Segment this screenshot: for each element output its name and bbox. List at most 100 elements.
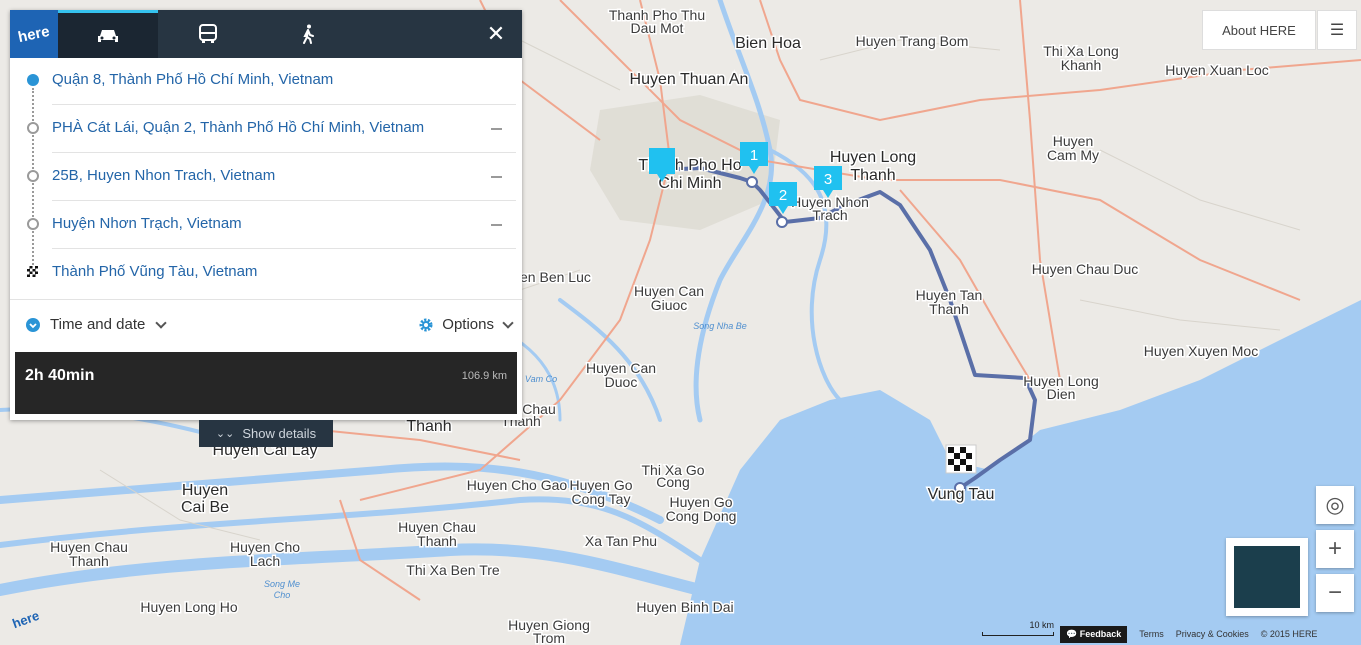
double-chevron-down-icon: ⌄⌄: [215, 428, 235, 440]
finish-flag-icon: [27, 266, 38, 277]
close-button[interactable]: ✕: [484, 22, 508, 46]
destination-flag-icon[interactable]: [945, 444, 977, 474]
remove-stop-button[interactable]: [491, 128, 502, 130]
svg-text:Thanh: Thanh: [929, 301, 969, 317]
car-icon: [98, 29, 118, 42]
svg-text:Vam Co: Vam Co: [525, 374, 557, 384]
svg-text:Song Nha Be: Song Nha Be: [693, 321, 747, 331]
svg-text:Thanh: Thanh: [69, 553, 109, 569]
here-logo[interactable]: here: [10, 10, 58, 58]
chevron-down-icon: [502, 316, 514, 329]
svg-text:Dau Mot: Dau Mot: [631, 20, 684, 36]
map-footer: 💬 Feedback Terms Privacy & Cookies © 201…: [1060, 625, 1317, 643]
svg-text:Song Me: Song Me: [264, 579, 300, 589]
map-view-switcher[interactable]: [1226, 538, 1308, 616]
scale-label: 10 km: [1029, 620, 1054, 630]
svg-text:Chi Minh: Chi Minh: [658, 175, 721, 192]
remove-stop-button[interactable]: [491, 176, 502, 178]
svg-text:Thanh: Thanh: [406, 418, 451, 435]
route-duration: 2h 40min: [25, 367, 95, 384]
stop-label[interactable]: PHÀ Cát Lái, Quận 2, Thành Phố Hồ Chí Mi…: [52, 119, 424, 136]
svg-text:Cong Tay: Cong Tay: [572, 491, 631, 507]
remove-stop-button[interactable]: [491, 224, 502, 226]
svg-text:Huyen: Huyen: [182, 482, 228, 499]
satellite-thumbnail: [1234, 546, 1300, 608]
options-row: Time and date Options: [10, 299, 522, 350]
svg-text:Cai Be: Cai Be: [181, 499, 229, 516]
svg-text:Thi Xa Ben Tre: Thi Xa Ben Tre: [406, 562, 500, 578]
waypoint-marker-icon: [27, 170, 39, 182]
waypoint-marker-icon: [27, 218, 39, 230]
tab-public-transport[interactable]: [158, 10, 258, 58]
stop-waypoint[interactable]: 25B, Huyen Nhon Trach, Vietnam: [52, 153, 516, 201]
start-marker-icon: [27, 74, 39, 86]
svg-text:3: 3: [824, 171, 832, 188]
svg-text:Xa Tan Phu: Xa Tan Phu: [585, 533, 657, 549]
svg-text:Cam My: Cam My: [1047, 147, 1099, 163]
svg-text:Duoc: Duoc: [605, 374, 638, 390]
options-label: Options: [442, 316, 494, 333]
pedestrian-icon: [303, 24, 314, 44]
stop-label[interactable]: Quận 8, Thành Phố Hồ Chí Minh, Vietnam: [52, 71, 333, 88]
tab-walk[interactable]: [258, 10, 358, 58]
stop-start[interactable]: Quận 8, Thành Phố Hồ Chí Minh, Vietnam: [52, 57, 516, 105]
time-and-date-button[interactable]: Time and date: [26, 316, 168, 333]
locate-me-button[interactable]: ◎: [1316, 486, 1354, 524]
waypoint-circle: [776, 216, 788, 228]
time-and-date-label: Time and date: [50, 316, 146, 333]
svg-text:Huyen Xuan Loc: Huyen Xuan Loc: [1165, 62, 1269, 78]
svg-text:Huyen Binh Dai: Huyen Binh Dai: [636, 599, 733, 615]
stop-destination[interactable]: Thành Phố Vũng Tàu, Vietnam: [52, 249, 516, 297]
svg-text:Cho: Cho: [274, 590, 291, 600]
chevron-down-icon: [155, 316, 168, 329]
about-here-button[interactable]: About HERE: [1202, 10, 1316, 50]
tab-car[interactable]: [58, 10, 158, 58]
svg-text:Huyen Thuan An: Huyen Thuan An: [630, 71, 749, 88]
svg-text:Lach: Lach: [250, 553, 280, 569]
stop-label[interactable]: Thành Phố Vũng Tàu, Vietnam: [52, 263, 257, 280]
plus-icon: +: [1327, 535, 1342, 562]
svg-text:Trach: Trach: [812, 207, 847, 223]
svg-text:Huyen Chau Duc: Huyen Chau Duc: [1032, 261, 1139, 277]
options-button[interactable]: Options: [418, 316, 514, 333]
transport-mode-bar: here ✕: [10, 10, 522, 58]
show-details-button[interactable]: ⌄⌄ Show details: [199, 420, 333, 447]
svg-text:Giuoc: Giuoc: [651, 297, 688, 313]
menu-icon[interactable]: ☰: [1317, 10, 1357, 50]
zoom-out-button[interactable]: −: [1316, 574, 1354, 612]
bus-icon: [199, 24, 217, 43]
stop-waypoint[interactable]: PHÀ Cát Lái, Quận 2, Thành Phố Hồ Chí Mi…: [52, 105, 516, 153]
stop-label[interactable]: Huyện Nhơn Trạch, Vietnam: [52, 215, 242, 232]
stop-label[interactable]: 25B, Huyen Nhon Trach, Vietnam: [52, 167, 275, 184]
scale-bar: 10 km: [982, 620, 1054, 636]
svg-text:Huyen Long Ho: Huyen Long Ho: [140, 599, 238, 615]
svg-text:Thanh: Thanh: [850, 167, 895, 184]
svg-text:Huyen Long: Huyen Long: [830, 149, 916, 166]
terms-link[interactable]: Terms: [1139, 629, 1164, 639]
svg-text:Dien: Dien: [1047, 386, 1076, 402]
copyright-text: © 2015 HERE: [1260, 629, 1318, 639]
svg-text:Khanh: Khanh: [1061, 57, 1101, 73]
svg-text:Cong Dong: Cong Dong: [666, 508, 737, 524]
gear-icon: [419, 318, 433, 331]
svg-text:Trom: Trom: [533, 630, 565, 645]
svg-text:Huyen Cho Gao: Huyen Cho Gao: [467, 477, 568, 493]
minus-icon: −: [1327, 579, 1342, 606]
zoom-in-button[interactable]: +: [1316, 530, 1354, 568]
show-details-label: Show details: [242, 426, 317, 441]
svg-text:Huyen Xuyen Moc: Huyen Xuyen Moc: [1144, 343, 1258, 359]
route-panel: here ✕ Quận 8, Thành Phố Hồ Chí Minh, Vi…: [10, 10, 522, 420]
stops-connector: [32, 88, 34, 276]
waypoint-marker-icon: [27, 122, 39, 134]
svg-text:1: 1: [750, 147, 758, 164]
route-distance: 106.9 km: [461, 370, 507, 382]
stop-waypoint[interactable]: Huyện Nhơn Trạch, Vietnam: [52, 201, 516, 249]
label-bien-hoa: Bien Hoa: [735, 35, 801, 52]
svg-text:Cong: Cong: [656, 474, 689, 490]
privacy-link[interactable]: Privacy & Cookies: [1176, 629, 1249, 639]
svg-text:2: 2: [779, 187, 787, 204]
feedback-button[interactable]: 💬 Feedback: [1060, 625, 1128, 643]
route-summary[interactable]: 2h 40min 106.9 km: [15, 352, 517, 414]
target-icon: ◎: [1325, 492, 1345, 517]
svg-text:Vung Tau: Vung Tau: [928, 486, 995, 503]
